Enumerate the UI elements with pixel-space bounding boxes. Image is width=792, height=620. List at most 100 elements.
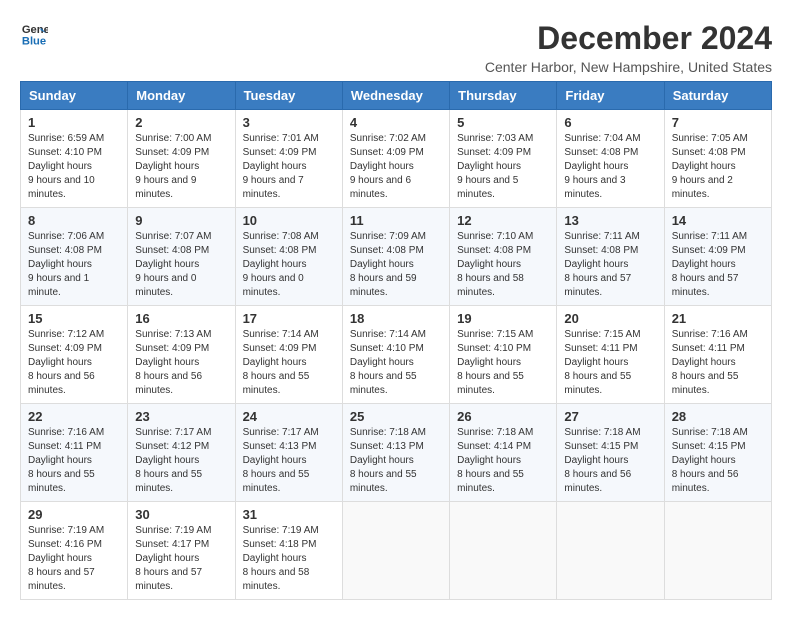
calendar-cell: 13 Sunrise: 7:11 AMSunset: 4:08 PMDaylig…	[557, 208, 664, 306]
cell-content: Sunrise: 7:17 AMSunset: 4:13 PMDaylight …	[243, 426, 335, 496]
cell-content: Sunrise: 7:18 AMSunset: 4:15 PMDaylight …	[564, 426, 656, 496]
calendar-cell: 3 Sunrise: 7:01 AMSunset: 4:09 PMDayligh…	[235, 110, 342, 208]
cell-content: Sunrise: 7:05 AMSunset: 4:08 PMDaylight …	[672, 132, 764, 202]
calendar-cell	[450, 502, 557, 600]
calendar-cell: 6 Sunrise: 7:04 AMSunset: 4:08 PMDayligh…	[557, 110, 664, 208]
cell-content: Sunrise: 7:16 AMSunset: 4:11 PMDaylight …	[672, 328, 764, 398]
day-number: 12	[457, 213, 549, 228]
calendar-cell: 19 Sunrise: 7:15 AMSunset: 4:10 PMDaylig…	[450, 306, 557, 404]
day-number: 8	[28, 213, 120, 228]
day-number: 17	[243, 311, 335, 326]
day-header-thursday: Thursday	[450, 82, 557, 110]
calendar-cell: 10 Sunrise: 7:08 AMSunset: 4:08 PMDaylig…	[235, 208, 342, 306]
calendar-cell: 20 Sunrise: 7:15 AMSunset: 4:11 PMDaylig…	[557, 306, 664, 404]
calendar-table: SundayMondayTuesdayWednesdayThursdayFrid…	[20, 81, 772, 600]
cell-content: Sunrise: 7:18 AMSunset: 4:13 PMDaylight …	[350, 426, 442, 496]
page-title: December 2024	[485, 20, 772, 57]
calendar-cell: 22 Sunrise: 7:16 AMSunset: 4:11 PMDaylig…	[21, 404, 128, 502]
calendar-cell: 8 Sunrise: 7:06 AMSunset: 4:08 PMDayligh…	[21, 208, 128, 306]
calendar-cell: 28 Sunrise: 7:18 AMSunset: 4:15 PMDaylig…	[664, 404, 771, 502]
calendar-cell: 29 Sunrise: 7:19 AMSunset: 4:16 PMDaylig…	[21, 502, 128, 600]
cell-content: Sunrise: 7:14 AMSunset: 4:10 PMDaylight …	[350, 328, 442, 398]
cell-content: Sunrise: 7:01 AMSunset: 4:09 PMDaylight …	[243, 132, 335, 202]
cell-content: Sunrise: 7:04 AMSunset: 4:08 PMDaylight …	[564, 132, 656, 202]
cell-content: Sunrise: 7:06 AMSunset: 4:08 PMDaylight …	[28, 230, 120, 300]
calendar-cell: 21 Sunrise: 7:16 AMSunset: 4:11 PMDaylig…	[664, 306, 771, 404]
day-number: 10	[243, 213, 335, 228]
day-number: 21	[672, 311, 764, 326]
cell-content: Sunrise: 7:13 AMSunset: 4:09 PMDaylight …	[135, 328, 227, 398]
day-number: 20	[564, 311, 656, 326]
calendar-cell: 24 Sunrise: 7:17 AMSunset: 4:13 PMDaylig…	[235, 404, 342, 502]
cell-content: Sunrise: 7:00 AMSunset: 4:09 PMDaylight …	[135, 132, 227, 202]
svg-text:General: General	[22, 24, 48, 36]
day-number: 2	[135, 115, 227, 130]
day-number: 30	[135, 507, 227, 522]
calendar-cell: 16 Sunrise: 7:13 AMSunset: 4:09 PMDaylig…	[128, 306, 235, 404]
day-number: 1	[28, 115, 120, 130]
day-header-wednesday: Wednesday	[342, 82, 449, 110]
cell-content: Sunrise: 7:07 AMSunset: 4:08 PMDaylight …	[135, 230, 227, 300]
calendar-cell: 27 Sunrise: 7:18 AMSunset: 4:15 PMDaylig…	[557, 404, 664, 502]
calendar-cell: 14 Sunrise: 7:11 AMSunset: 4:09 PMDaylig…	[664, 208, 771, 306]
cell-content: Sunrise: 6:59 AMSunset: 4:10 PMDaylight …	[28, 132, 120, 202]
cell-content: Sunrise: 7:11 AMSunset: 4:09 PMDaylight …	[672, 230, 764, 300]
day-number: 13	[564, 213, 656, 228]
cell-content: Sunrise: 7:19 AMSunset: 4:16 PMDaylight …	[28, 524, 120, 594]
day-header-monday: Monday	[128, 82, 235, 110]
calendar-cell: 23 Sunrise: 7:17 AMSunset: 4:12 PMDaylig…	[128, 404, 235, 502]
cell-content: Sunrise: 7:15 AMSunset: 4:11 PMDaylight …	[564, 328, 656, 398]
day-number: 29	[28, 507, 120, 522]
title-area: December 2024 Center Harbor, New Hampshi…	[485, 20, 772, 75]
cell-content: Sunrise: 7:18 AMSunset: 4:15 PMDaylight …	[672, 426, 764, 496]
calendar-cell: 25 Sunrise: 7:18 AMSunset: 4:13 PMDaylig…	[342, 404, 449, 502]
day-number: 7	[672, 115, 764, 130]
cell-content: Sunrise: 7:02 AMSunset: 4:09 PMDaylight …	[350, 132, 442, 202]
day-number: 18	[350, 311, 442, 326]
cell-content: Sunrise: 7:19 AMSunset: 4:17 PMDaylight …	[135, 524, 227, 594]
calendar-cell: 9 Sunrise: 7:07 AMSunset: 4:08 PMDayligh…	[128, 208, 235, 306]
cell-content: Sunrise: 7:11 AMSunset: 4:08 PMDaylight …	[564, 230, 656, 300]
day-number: 3	[243, 115, 335, 130]
calendar-cell: 5 Sunrise: 7:03 AMSunset: 4:09 PMDayligh…	[450, 110, 557, 208]
calendar-cell: 12 Sunrise: 7:10 AMSunset: 4:08 PMDaylig…	[450, 208, 557, 306]
week-row-2: 8 Sunrise: 7:06 AMSunset: 4:08 PMDayligh…	[21, 208, 772, 306]
svg-text:Blue: Blue	[22, 35, 46, 47]
logo: General Blue	[20, 20, 48, 48]
calendar-cell	[557, 502, 664, 600]
cell-content: Sunrise: 7:14 AMSunset: 4:09 PMDaylight …	[243, 328, 335, 398]
day-number: 14	[672, 213, 764, 228]
day-number: 24	[243, 409, 335, 424]
calendar-cell	[342, 502, 449, 600]
logo-icon: General Blue	[20, 20, 48, 48]
day-number: 19	[457, 311, 549, 326]
cell-content: Sunrise: 7:16 AMSunset: 4:11 PMDaylight …	[28, 426, 120, 496]
calendar-cell	[664, 502, 771, 600]
cell-content: Sunrise: 7:09 AMSunset: 4:08 PMDaylight …	[350, 230, 442, 300]
day-number: 23	[135, 409, 227, 424]
cell-content: Sunrise: 7:10 AMSunset: 4:08 PMDaylight …	[457, 230, 549, 300]
day-number: 6	[564, 115, 656, 130]
page-subtitle: Center Harbor, New Hampshire, United Sta…	[485, 59, 772, 75]
cell-content: Sunrise: 7:17 AMSunset: 4:12 PMDaylight …	[135, 426, 227, 496]
day-number: 31	[243, 507, 335, 522]
cell-content: Sunrise: 7:08 AMSunset: 4:08 PMDaylight …	[243, 230, 335, 300]
week-row-4: 22 Sunrise: 7:16 AMSunset: 4:11 PMDaylig…	[21, 404, 772, 502]
calendar-cell: 17 Sunrise: 7:14 AMSunset: 4:09 PMDaylig…	[235, 306, 342, 404]
calendar-cell: 1 Sunrise: 6:59 AMSunset: 4:10 PMDayligh…	[21, 110, 128, 208]
calendar-header-row: SundayMondayTuesdayWednesdayThursdayFrid…	[21, 82, 772, 110]
day-number: 11	[350, 213, 442, 228]
header: General Blue December 2024 Center Harbor…	[20, 20, 772, 75]
day-header-saturday: Saturday	[664, 82, 771, 110]
day-number: 22	[28, 409, 120, 424]
day-header-sunday: Sunday	[21, 82, 128, 110]
cell-content: Sunrise: 7:12 AMSunset: 4:09 PMDaylight …	[28, 328, 120, 398]
calendar-cell: 11 Sunrise: 7:09 AMSunset: 4:08 PMDaylig…	[342, 208, 449, 306]
cell-content: Sunrise: 7:03 AMSunset: 4:09 PMDaylight …	[457, 132, 549, 202]
calendar-cell: 4 Sunrise: 7:02 AMSunset: 4:09 PMDayligh…	[342, 110, 449, 208]
day-number: 16	[135, 311, 227, 326]
day-number: 9	[135, 213, 227, 228]
cell-content: Sunrise: 7:15 AMSunset: 4:10 PMDaylight …	[457, 328, 549, 398]
week-row-5: 29 Sunrise: 7:19 AMSunset: 4:16 PMDaylig…	[21, 502, 772, 600]
cell-content: Sunrise: 7:19 AMSunset: 4:18 PMDaylight …	[243, 524, 335, 594]
